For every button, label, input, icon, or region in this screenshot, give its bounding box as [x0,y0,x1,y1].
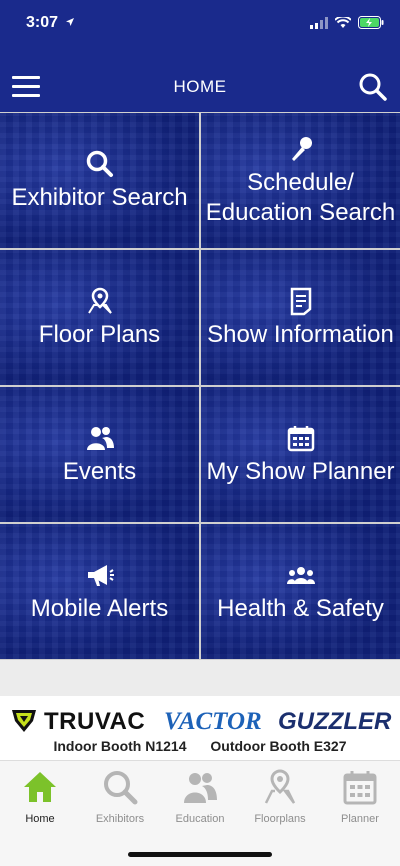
map-pin-icon [264,769,296,804]
booth-info: Indoor Booth N1214 Outdoor Booth E327 [0,738,400,754]
home-tile-grid: Exhibitor Search Schedule/ Education Sea… [0,112,400,660]
sponsor-banner[interactable]: TRUVAC VACTOR GUZZLER Indoor Booth N1214… [0,696,400,760]
users-icon [86,426,114,450]
home-icon [24,772,56,802]
tab-label: Education [175,813,225,825]
status-bar: 3:07 [0,0,400,50]
status-icons [310,16,384,29]
users-icon [184,773,217,803]
tile-label: Events [62,457,137,485]
tile-my-show-planner[interactable]: My Show Planner [201,387,400,522]
calendar-icon [343,771,377,805]
tile-label: Exhibitor Search [11,183,188,211]
group-icon [286,566,315,584]
tile-exhibitor-search[interactable]: Exhibitor Search [0,113,199,248]
tile-show-information[interactable]: Show Information [201,250,400,385]
tab-floorplans[interactable]: Floorplans [240,769,320,825]
tab-label: Planner [341,813,379,825]
outdoor-booth-text: Outdoor Booth E327 [210,738,347,754]
battery-charging-icon [358,16,384,29]
document-icon [290,287,311,315]
tile-schedule-education-search[interactable]: Schedule/ Education Search [201,113,400,248]
spacer-strip [0,660,400,696]
page-title: HOME [173,77,227,96]
map-pin-icon [87,287,112,314]
search-icon [86,150,113,177]
tile-events[interactable]: Events [0,387,199,522]
tile-mobile-alerts[interactable]: Mobile Alerts [0,524,199,659]
tile-floor-plans[interactable]: Floor Plans [0,250,199,385]
indoor-booth-text: Indoor Booth N1214 [53,738,187,754]
location-arrow-icon [66,18,75,26]
tab-label: Home [25,813,55,825]
status-time: 3:07 [26,14,75,32]
tile-label: Health & Safety [217,594,384,622]
bottom-tab-bar: Home Exhibitors Education Floorplans Pla… [0,760,400,866]
tile-label: Schedule/ Education Search [205,168,396,226]
truvac-logo: TRUVAC [44,708,146,735]
tile-health-safety[interactable]: Health & Safety [201,524,400,659]
tab-label: Floorplans [254,813,306,825]
truvac-shield-logo-icon [12,710,36,732]
megaphone-icon [87,564,114,586]
home-indicator [128,852,272,857]
tile-label: My Show Planner [206,457,395,485]
clock-text: 3:07 [26,14,59,31]
tab-education[interactable]: Education [160,769,240,825]
tile-label: Mobile Alerts [30,594,169,622]
calendar-icon [287,425,314,451]
wifi-icon [335,16,351,28]
cellular-signal-icon [310,16,328,29]
tab-home[interactable]: Home [0,769,80,825]
search-icon [104,771,138,805]
tab-planner[interactable]: Planner [320,769,400,825]
tab-exhibitors[interactable]: Exhibitors [80,769,160,825]
tab-label: Exhibitors [95,813,145,825]
vactor-logo: VACTOR [164,708,262,735]
app-header: HOME [0,50,400,112]
tile-label: Show Information [207,320,394,348]
search-icon[interactable] [358,72,388,102]
brand-row: TRUVAC VACTOR GUZZLER [10,708,392,735]
guzzler-logo: GUZZLER [278,708,392,735]
microphone-icon [291,136,312,161]
tile-label: Floor Plans [38,320,161,348]
